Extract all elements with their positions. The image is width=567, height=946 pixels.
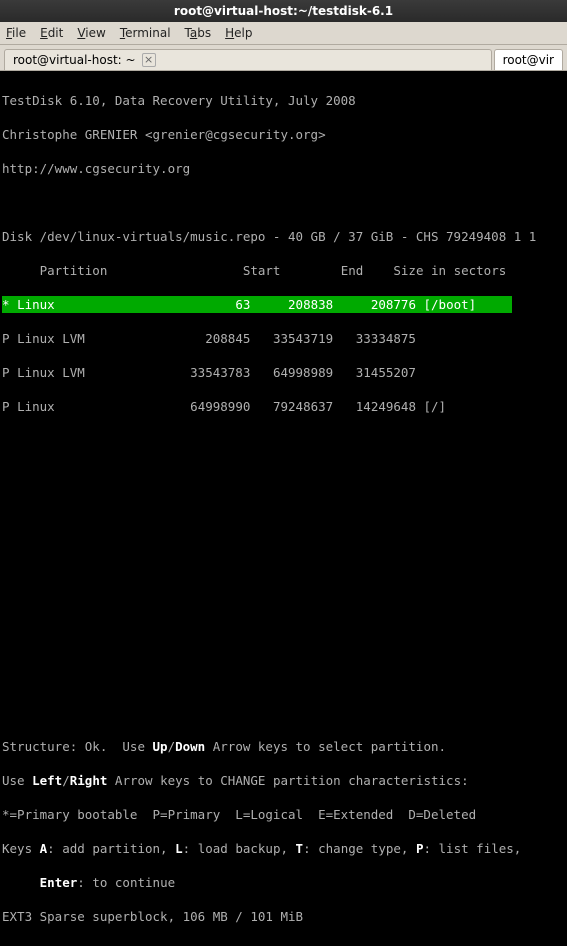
footer-line: Structure: Ok. Use Up/Down Arrow keys to… bbox=[2, 738, 565, 755]
footer-line: *=Primary bootable P=Primary L=Logical E… bbox=[2, 806, 565, 823]
menubar: File Edit View Terminal Tabs Help bbox=[0, 22, 567, 45]
table-row[interactable]: P Linux LVM 33543783 64998989 31455207 bbox=[2, 364, 565, 381]
tab-0-label: root@virtual-host: ~ bbox=[13, 53, 136, 67]
app-title: TestDisk 6.10, Data Recovery Utility, Ju… bbox=[2, 92, 565, 109]
window-titlebar: root@virtual-host:~/testdisk-6.1 bbox=[0, 0, 567, 22]
menu-tabs[interactable]: Tabs bbox=[185, 26, 212, 40]
footer-line: EXT3 Sparse superblock, 106 MB / 101 MiB bbox=[2, 908, 565, 925]
menu-terminal[interactable]: Terminal bbox=[120, 26, 171, 40]
app-url: http://www.cgsecurity.org bbox=[2, 160, 565, 177]
tab-bar: root@virtual-host: ~ × root@vir bbox=[0, 45, 567, 71]
menu-edit[interactable]: Edit bbox=[40, 26, 63, 40]
terminal-output[interactable]: TestDisk 6.10, Data Recovery Utility, Ju… bbox=[0, 71, 567, 946]
table-header: Partition Start End Size in sectors bbox=[2, 262, 565, 279]
table-row[interactable]: P Linux LVM 208845 33543719 33334875 bbox=[2, 330, 565, 347]
table-row[interactable]: * Linux 63 208838 208776 [/boot] bbox=[2, 296, 565, 313]
tab-0[interactable]: root@virtual-host: ~ × bbox=[4, 49, 492, 70]
menu-file[interactable]: File bbox=[6, 26, 26, 40]
window-title: root@virtual-host:~/testdisk-6.1 bbox=[174, 4, 393, 18]
app-author: Christophe GRENIER <grenier@cgsecurity.o… bbox=[2, 126, 565, 143]
footer-line: Use Left/Right Arrow keys to CHANGE part… bbox=[2, 772, 565, 789]
menu-view[interactable]: View bbox=[77, 26, 105, 40]
footer-line: Enter: to continue bbox=[2, 874, 565, 891]
table-row[interactable]: P Linux 64998990 79248637 14249648 [/] bbox=[2, 398, 565, 415]
tab-1[interactable]: root@vir bbox=[494, 49, 563, 70]
tab-1-label: root@vir bbox=[503, 53, 554, 67]
close-icon[interactable]: × bbox=[142, 53, 156, 67]
footer-line: Keys A: add partition, L: load backup, T… bbox=[2, 840, 565, 857]
menu-help[interactable]: Help bbox=[225, 26, 252, 40]
disk-line: Disk /dev/linux-virtuals/music.repo - 40… bbox=[2, 228, 565, 245]
